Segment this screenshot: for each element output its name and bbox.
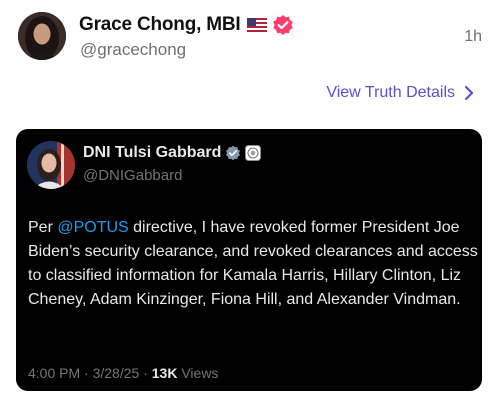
tweet-avatar-image [27,141,75,189]
chevron-right-icon [464,85,474,101]
author-name-row: Grace Chong, MBI [79,14,294,36]
view-truth-details-label: View Truth Details [326,84,455,101]
tweet-time: 4:00 PM [28,365,81,381]
author-avatar-image [18,12,66,60]
post-timestamp: 1h [464,28,482,45]
tweet-author-name: DNI Tulsi Gabbard [83,144,222,161]
tweet-date: 3/28/25 [92,365,140,381]
embedded-tweet-card[interactable]: DNI Tulsi Gabbard @DNIGabbard Per @POTUS… [16,129,482,391]
tweet-body-prefix: Per [28,219,58,236]
potus-mention-link[interactable]: @POTUS [57,219,128,236]
author-name[interactable]: Grace Chong, MBI [79,14,241,36]
gray-verified-check-icon [225,145,241,161]
meta-separator: · [139,365,152,381]
tweet-author-avatar [27,141,75,189]
us-flag-icon [247,18,268,32]
tweet-views-count: 13K [151,365,178,381]
tweet-views-label: Views [177,365,219,381]
tweet-name-row: DNI Tulsi Gabbard [83,144,262,162]
verified-badge-icon [272,14,294,36]
meta-separator: · [80,365,93,381]
tweet-body-text: Per @POTUS directive, I have revoked for… [28,216,480,312]
tweet-meta: 4:00 PM · 3/28/25 · 13K Views [28,365,218,381]
view-truth-details-link[interactable]: View Truth Details [326,84,474,102]
author-avatar[interactable] [18,12,66,60]
post-header: Grace Chong, MBI @gracechong 1h [18,12,484,62]
tweet-author-handle: @DNIGabbard [83,167,183,184]
author-handle[interactable]: @gracechong [80,40,186,60]
government-seal-icon [245,145,262,161]
